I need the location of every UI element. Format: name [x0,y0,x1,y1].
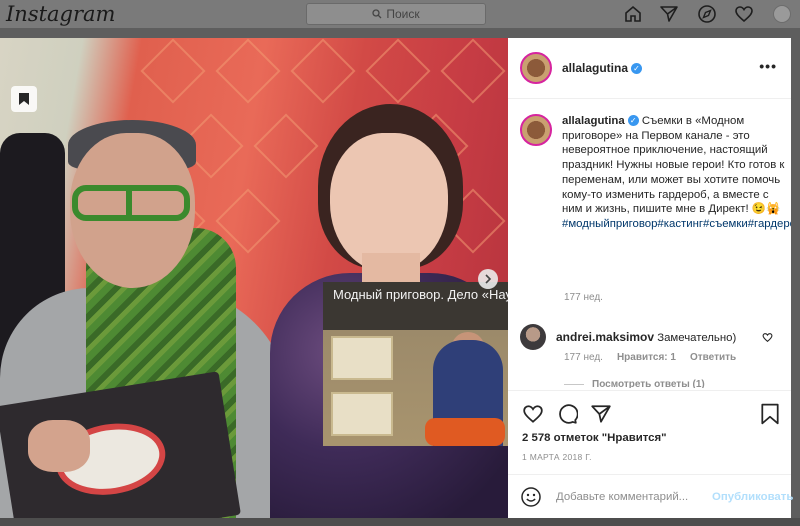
publish-comment-button[interactable]: Опубликовать [712,491,793,503]
share-direct-icon[interactable] [588,401,614,427]
caption-hashtags[interactable]: #модныйприговор#кастинг#съемки#гардероб#… [562,218,791,230]
comments-list[interactable]: allalagutina ✓ Съемки в «Модном приговоре… [508,100,791,388]
activity-heart-icon[interactable] [733,3,755,25]
picture-in-picture-video[interactable]: Модный приговор. Дело «Научите меня жить… [323,282,508,446]
author-username[interactable]: allalagutina [562,61,628,75]
post-details-pane: allalagutina ✓ ••• allalagutina ✓ Съемки … [508,38,793,518]
view-replies-button[interactable]: Посмотреть ответы (1) [564,379,705,388]
comment-item: andrei.maksimov Замечательно) [520,324,786,350]
direct-icon[interactable] [658,3,680,25]
bookmark-icon [19,93,29,105]
like-comment-heart-icon[interactable] [762,330,773,348]
more-options-icon[interactable]: ••• [759,58,777,74]
comment-likes-count[interactable]: Нравится: 1 [617,352,676,363]
save-bookmark-button[interactable] [11,86,37,112]
caption-timestamp: 177 нед. [564,292,603,303]
like-heart-icon[interactable] [520,401,546,427]
save-post-bookmark-icon[interactable] [757,401,783,427]
post-date: 1 МАРТА 2018 Г. [522,452,592,462]
likes-count[interactable]: 2 578 отметок "Нравится" [522,432,667,444]
comment-meta: 177 нед. Нравится: 1 Ответить [564,352,736,363]
chevron-right-icon [485,274,492,284]
carousel-next-button[interactable] [478,269,498,289]
commenter-username[interactable]: andrei.maksimov [556,330,654,344]
top-navigation-bar: Instagram Поиск [0,0,800,28]
emoji-picker-icon[interactable] [520,486,542,508]
comment-input[interactable] [556,490,706,503]
view-replies-label: Посмотреть ответы (1) [592,379,705,388]
background-feed-edge [0,518,800,526]
video-title: Модный приговор. Дело «Научите меня жить… [323,282,508,330]
comment-bubble-icon[interactable] [554,401,580,427]
post-header: allalagutina ✓ ••• [508,38,791,99]
verified-badge-icon: ✓ [627,115,639,127]
search-icon [372,9,382,19]
search-placeholder: Поиск [386,7,420,21]
woman-head [330,133,448,273]
post-media-carousel[interactable]: Модный приговор. Дело «Научите меня жить… [0,38,508,518]
caption-author-username[interactable]: allalagutina [562,115,625,127]
author-avatar[interactable] [520,52,552,84]
green-glasses-shape [72,185,190,221]
caption-comment: allalagutina ✓ Съемки в «Модном приговоре… [520,114,791,232]
add-comment-bar: Опубликовать [508,474,793,518]
commenter-avatar[interactable] [520,324,546,350]
explore-icon[interactable] [696,3,718,25]
search-box[interactable]: Поиск [306,3,486,25]
caption-author-avatar[interactable] [520,114,552,146]
profile-avatar[interactable] [771,3,793,25]
caption-text: Съемки в «Модном приговоре» на Первом ка… [562,115,785,216]
instagram-logo[interactable]: Instagram [6,2,115,26]
comment-text: Замечательно) [657,332,737,344]
comment-timestamp: 177 нед. [564,352,603,363]
verified-badge-icon: ✓ [631,62,643,74]
reply-button[interactable]: Ответить [690,352,736,363]
home-icon[interactable] [622,3,644,25]
